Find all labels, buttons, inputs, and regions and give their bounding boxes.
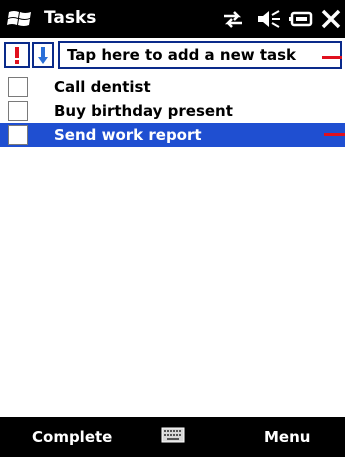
connectivity-icon[interactable] (220, 9, 246, 29)
battery-icon[interactable] (289, 9, 315, 29)
exclamation-icon (15, 47, 19, 64)
keyboard-icon[interactable] (161, 427, 185, 443)
task-checkbox[interactable] (8, 77, 28, 97)
close-icon[interactable] (320, 9, 342, 29)
complete-softkey[interactable]: Complete (32, 426, 112, 448)
windows-start-icon[interactable] (7, 8, 33, 30)
title-bar: Tasks (0, 0, 345, 38)
red-marker (324, 133, 345, 136)
priority-button[interactable] (4, 42, 30, 68)
menu-bar: Complete Menu (0, 417, 345, 457)
task-label: Call dentist (54, 78, 151, 96)
task-row-selected[interactable]: Send work report (0, 123, 345, 147)
task-checkbox[interactable] (8, 125, 28, 145)
task-label: Send work report (54, 126, 202, 144)
task-label: Buy birthday present (54, 102, 233, 120)
red-marker (322, 56, 342, 59)
new-task-row: Tap here to add a new task (0, 38, 345, 74)
sort-button[interactable] (32, 42, 54, 68)
task-checkbox[interactable] (8, 101, 28, 121)
volume-icon[interactable] (256, 9, 282, 29)
menu-softkey[interactable]: Menu (264, 426, 310, 448)
new-task-input[interactable]: Tap here to add a new task (58, 41, 342, 69)
app-title: Tasks (44, 8, 97, 28)
task-row[interactable]: Call dentist (0, 75, 345, 99)
task-row[interactable]: Buy birthday present (0, 99, 345, 123)
down-arrow-icon (38, 47, 48, 64)
